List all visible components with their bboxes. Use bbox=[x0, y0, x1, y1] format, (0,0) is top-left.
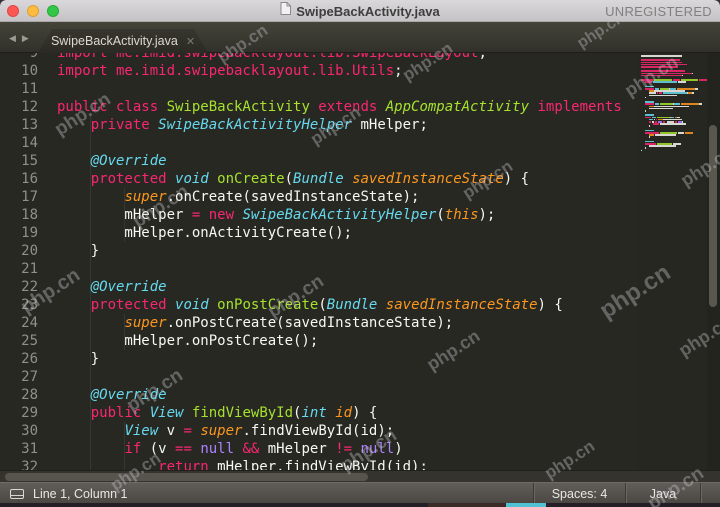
line-number: 27 bbox=[0, 368, 38, 386]
line-number: 32 bbox=[0, 458, 38, 470]
cursor-position: Line 1, Column 1 bbox=[33, 487, 128, 501]
tab-swipebackactivity[interactable]: SwipeBackActivity.java ✕ bbox=[38, 29, 208, 53]
code-line[interactable]: @Override bbox=[57, 386, 622, 404]
line-number: 13 bbox=[0, 116, 38, 134]
line-number: 29 bbox=[0, 404, 38, 422]
code-line[interactable]: @Override bbox=[57, 152, 622, 170]
desktop-strip bbox=[0, 503, 720, 507]
code-line[interactable]: return mHelper.findViewById(id); bbox=[57, 458, 622, 470]
code-line[interactable]: mHelper = new SwipeBackActivityHelper(th… bbox=[57, 206, 622, 224]
tab-forward-icon[interactable]: ▶ bbox=[22, 33, 29, 43]
line-number: 9 bbox=[0, 53, 38, 62]
code-line[interactable]: protected void onCreate(Bundle savedInst… bbox=[57, 170, 622, 188]
line-number: 22 bbox=[0, 278, 38, 296]
sublime-text-window: SwipeBackActivity.java UNREGISTERED ◀ ▶ … bbox=[0, 0, 720, 507]
line-number: 10 bbox=[0, 62, 38, 80]
line-number: 24 bbox=[0, 314, 38, 332]
code-line[interactable] bbox=[57, 260, 622, 278]
code-line[interactable]: public View findViewById(int id) { bbox=[57, 404, 622, 422]
vertical-scrollbar-thumb[interactable] bbox=[709, 125, 717, 307]
registration-status: UNREGISTERED bbox=[605, 0, 712, 22]
panel-toggle-icon[interactable] bbox=[10, 489, 24, 499]
code-line[interactable]: private SwipeBackActivityHelper mHelper; bbox=[57, 116, 622, 134]
editor-area[interactable]: 9101112131415161718192021222324252627282… bbox=[0, 53, 720, 470]
code-line[interactable]: public class SwipeBackActivity extends A… bbox=[57, 98, 622, 116]
code-line[interactable]: import me.imid.swipebacklayout.lib.Utils… bbox=[57, 62, 622, 80]
indent-guide bbox=[90, 116, 91, 470]
code-line[interactable] bbox=[57, 368, 622, 386]
indent-guide bbox=[124, 422, 125, 470]
code-line[interactable]: mHelper.onPostCreate(); bbox=[57, 332, 622, 350]
minimap[interactable] bbox=[637, 53, 707, 470]
code-area[interactable]: import me.imid.swipebacklayout.lib.Swipe… bbox=[57, 53, 622, 470]
code-line[interactable] bbox=[57, 80, 622, 98]
code-viewport[interactable]: 9101112131415161718192021222324252627282… bbox=[0, 53, 637, 470]
line-number: 25 bbox=[0, 332, 38, 350]
code-line[interactable]: super.onCreate(savedInstanceState); bbox=[57, 188, 622, 206]
line-number: 12 bbox=[0, 98, 38, 116]
titlebar: SwipeBackActivity.java UNREGISTERED bbox=[0, 0, 720, 22]
line-number: 21 bbox=[0, 260, 38, 278]
code-line[interactable]: } bbox=[57, 350, 622, 368]
status-divider bbox=[700, 483, 701, 504]
line-number: 19 bbox=[0, 224, 38, 242]
code-line[interactable]: super.onPostCreate(savedInstanceState); bbox=[57, 314, 622, 332]
line-number: 18 bbox=[0, 206, 38, 224]
indent-guide bbox=[124, 314, 125, 350]
tab-bar: ◀ ▶ SwipeBackActivity.java ✕ bbox=[0, 22, 720, 53]
code-line[interactable]: if (v == null && mHelper != null) bbox=[57, 440, 622, 458]
gutter: 9101112131415161718192021222324252627282… bbox=[0, 53, 38, 470]
horizontal-scrollbar-track[interactable] bbox=[0, 470, 720, 482]
line-number: 23 bbox=[0, 296, 38, 314]
line-number: 16 bbox=[0, 170, 38, 188]
code-line[interactable]: @Override bbox=[57, 278, 622, 296]
code-line[interactable]: } bbox=[57, 242, 622, 260]
line-number: 17 bbox=[0, 188, 38, 206]
code-line[interactable] bbox=[57, 134, 622, 152]
indentation-setting[interactable]: Spaces: 4 bbox=[534, 483, 625, 504]
line-number: 31 bbox=[0, 440, 38, 458]
indent-guide bbox=[124, 188, 125, 242]
line-number: 14 bbox=[0, 134, 38, 152]
line-number: 28 bbox=[0, 386, 38, 404]
tab-back-icon[interactable]: ◀ bbox=[9, 33, 16, 43]
code-line[interactable]: mHelper.onActivityCreate(); bbox=[57, 224, 622, 242]
line-number: 20 bbox=[0, 242, 38, 260]
tab-close-icon[interactable]: ✕ bbox=[186, 35, 195, 48]
desktop-strip-segment bbox=[506, 503, 546, 507]
document-icon bbox=[280, 2, 291, 20]
code-line[interactable]: import me.imid.swipebacklayout.lib.Swipe… bbox=[57, 53, 622, 62]
code-line[interactable]: protected void onPostCreate(Bundle saved… bbox=[57, 296, 622, 314]
code-line[interactable]: View v = super.findViewById(id); bbox=[57, 422, 622, 440]
window-title: SwipeBackActivity.java bbox=[296, 4, 440, 19]
horizontal-scrollbar-thumb[interactable] bbox=[5, 473, 368, 481]
desktop-strip-segment bbox=[428, 503, 506, 507]
line-number: 30 bbox=[0, 422, 38, 440]
status-bar: Line 1, Column 1 Spaces: 4 Java bbox=[0, 482, 720, 503]
line-number: 15 bbox=[0, 152, 38, 170]
syntax-setting[interactable]: Java bbox=[626, 483, 700, 504]
line-number: 26 bbox=[0, 350, 38, 368]
line-number: 11 bbox=[0, 80, 38, 98]
tab-label: SwipeBackActivity.java bbox=[51, 34, 178, 48]
